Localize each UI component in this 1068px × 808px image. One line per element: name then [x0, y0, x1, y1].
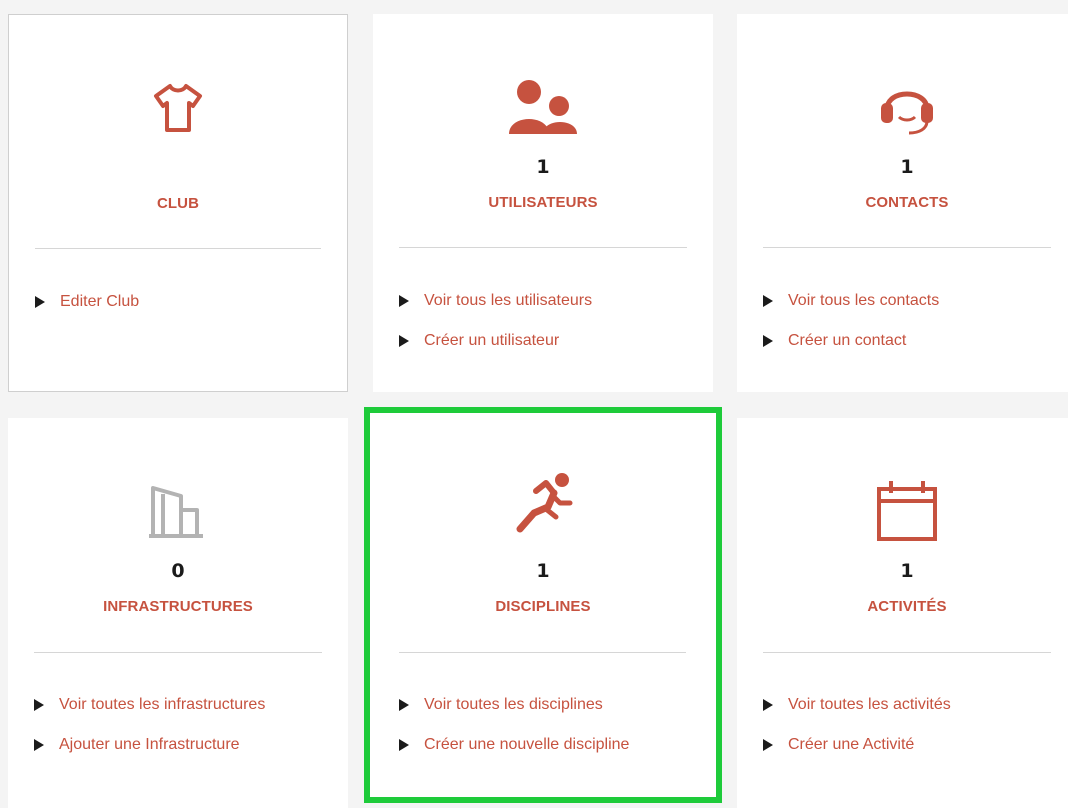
card-disciplines: 1 DISCIPLINES Voir toutes les discipline…: [364, 407, 722, 803]
divider: [399, 652, 686, 653]
triangle-bullet-icon: [763, 295, 773, 307]
card-links: Voir tous les utilisateurs Créer un util…: [399, 291, 703, 371]
tshirt-icon: [9, 77, 347, 139]
headset-icon: [737, 76, 1068, 138]
link-label: Ajouter une Infrastructure: [59, 736, 240, 753]
link-editer-club[interactable]: Editer Club: [35, 292, 337, 312]
link-label: Editer Club: [60, 293, 140, 310]
link-label: Créer une nouvelle discipline: [424, 736, 630, 753]
card-title: CLUB: [156, 195, 200, 212]
card-title: ACTIVITÉS: [867, 598, 947, 615]
link-voir-utilisateurs[interactable]: Voir tous les utilisateurs: [399, 291, 703, 311]
divider: [34, 652, 322, 653]
calendar-icon: [737, 480, 1068, 542]
divider: [35, 248, 321, 249]
card-contacts: 1 CONTACTS Voir tous les contacts Créer …: [737, 14, 1068, 392]
triangle-bullet-icon: [763, 335, 773, 347]
card-title: DISCIPLINES: [495, 598, 591, 615]
card-count: 1: [536, 156, 550, 178]
card-count: 1: [536, 560, 550, 582]
card-title: CONTACTS: [865, 194, 949, 211]
card-title: INFRASTRUCTURES: [103, 598, 253, 615]
card-links: Voir toutes les infrastructures Ajouter …: [34, 695, 338, 775]
link-label: Voir toutes les disciplines: [424, 696, 603, 713]
link-label: Voir tous les contacts: [788, 292, 940, 309]
card-activites: 1 ACTIVITÉS Voir toutes les activités Cr…: [737, 418, 1068, 808]
card-utilisateurs: 1 UTILISATEURS Voir tous les utilisateur…: [373, 14, 713, 392]
link-voir-disciplines[interactable]: Voir toutes les disciplines: [399, 695, 706, 715]
triangle-bullet-icon: [34, 739, 44, 751]
divider: [763, 247, 1051, 248]
triangle-bullet-icon: [763, 699, 773, 711]
link-creer-utilisateur[interactable]: Créer un utilisateur: [399, 331, 703, 351]
building-icon: [8, 480, 348, 542]
card-club: CLUB Editer Club: [8, 14, 348, 392]
card-infrastructures: 0 INFRASTRUCTURES Voir toutes les infras…: [8, 418, 348, 808]
card-title: UTILISATEURS: [488, 194, 598, 211]
triangle-bullet-icon: [763, 739, 773, 751]
link-creer-contact[interactable]: Créer un contact: [763, 331, 1067, 351]
triangle-bullet-icon: [399, 335, 409, 347]
card-links: Editer Club: [35, 292, 337, 332]
users-icon: [373, 76, 713, 138]
link-creer-activite[interactable]: Créer une Activité: [763, 735, 1067, 755]
link-label: Créer une Activité: [788, 736, 915, 753]
link-creer-discipline[interactable]: Créer une nouvelle discipline: [399, 735, 706, 755]
divider: [399, 247, 687, 248]
triangle-bullet-icon: [399, 295, 409, 307]
link-ajouter-infrastructure[interactable]: Ajouter une Infrastructure: [34, 735, 338, 755]
card-count: 1: [900, 560, 914, 582]
triangle-bullet-icon: [399, 699, 409, 711]
card-links: Voir toutes les activités Créer une Acti…: [763, 695, 1067, 775]
divider: [763, 652, 1051, 653]
triangle-bullet-icon: [35, 296, 45, 308]
runner-icon: [370, 471, 716, 533]
link-voir-infrastructures[interactable]: Voir toutes les infrastructures: [34, 695, 338, 715]
link-label: Voir toutes les activités: [788, 696, 951, 713]
link-voir-contacts[interactable]: Voir tous les contacts: [763, 291, 1067, 311]
triangle-bullet-icon: [34, 699, 44, 711]
card-links: Voir toutes les disciplines Créer une no…: [399, 695, 706, 775]
card-links: Voir tous les contacts Créer un contact: [763, 291, 1067, 371]
link-label: Voir tous les utilisateurs: [424, 292, 593, 309]
card-count: 0: [171, 560, 185, 582]
link-label: Créer un utilisateur: [424, 332, 560, 349]
triangle-bullet-icon: [399, 739, 409, 751]
link-label: Voir toutes les infrastructures: [59, 696, 266, 713]
card-count: 1: [900, 156, 914, 178]
link-voir-activites[interactable]: Voir toutes les activités: [763, 695, 1067, 715]
link-label: Créer un contact: [788, 332, 907, 349]
